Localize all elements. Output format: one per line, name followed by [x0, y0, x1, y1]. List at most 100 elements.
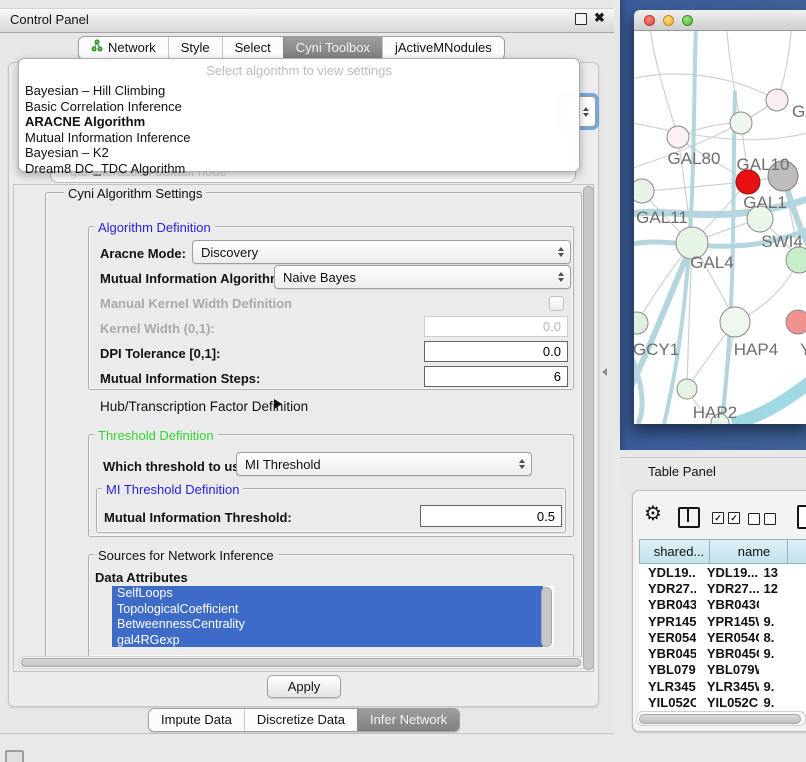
data-attributes-label: Data Attributes	[95, 570, 188, 585]
mi-steps-field[interactable]	[424, 366, 568, 387]
node-label: SWI4	[761, 232, 803, 251]
minimize-traffic-icon[interactable]	[663, 15, 674, 26]
dropdown-item[interactable]: Bayesian – K2	[25, 145, 573, 161]
float-window-icon[interactable]	[575, 13, 587, 25]
column-header[interactable]: shared...	[639, 539, 710, 564]
manual-kernel-checkbox[interactable]	[549, 296, 564, 311]
table-row[interactable]: YDR27...YDR27...12	[639, 580, 806, 596]
mi-threshold-field[interactable]	[420, 505, 562, 527]
attribute-item[interactable]: TopologicalCoefficient	[112, 602, 543, 618]
table-row[interactable]: YBL079WYBL079W	[639, 662, 806, 678]
node-label: GAL80	[668, 149, 721, 168]
which-threshold-label: Which threshold to use:	[103, 459, 251, 474]
column-header[interactable]: name	[710, 539, 788, 564]
settings-horizontal-scrollbar[interactable]	[18, 656, 587, 669]
panel-divider	[620, 457, 806, 458]
dropdown-item-selected[interactable]: ARACNE Algorithm	[25, 114, 573, 130]
export-table-icon[interactable]	[797, 505, 806, 529]
attribute-item[interactable]: gal4RGexp	[112, 633, 543, 648]
dpi-tolerance-label: DPI Tolerance [0,1]:	[100, 346, 220, 361]
panel-tab-bar: Network Style Select Cyni Toolbox jActiv…	[78, 36, 505, 60]
node-label: Y	[800, 340, 806, 359]
control-panel-window: Control Panel ✖ Network Style Select	[0, 0, 614, 734]
mi-steps-label: Mutual Information Steps:	[100, 371, 260, 386]
cyni-mode-tab-bar: Impute Data Discretize Data Infer Networ…	[148, 708, 460, 732]
node-label: GAL10	[737, 155, 790, 174]
which-threshold-combobox[interactable]: MI Threshold	[236, 452, 532, 476]
data-attributes-list[interactable]: SelfLoops TopologicalCoefficient Between…	[112, 586, 554, 647]
table-row[interactable]: YER054CYER054C8.	[639, 629, 806, 645]
table-row[interactable]: YDL19...YDL19...13	[639, 564, 806, 580]
gear-icon[interactable]: ⚙	[644, 504, 662, 524]
dropdown-item[interactable]: Dream8 DC_TDC Algorithm	[25, 161, 573, 177]
tab-infer-network[interactable]: Infer Network	[357, 709, 459, 731]
tab-cyni-toolbox[interactable]: Cyni Toolbox	[283, 37, 382, 59]
node	[634, 312, 648, 334]
network-view-window: GAL GAL80 GAL10 GAL1 GAL11 SWI4 GAL4 GCY…	[634, 10, 806, 424]
table-body: YDL19...YDL19...13 YDR27...YDR27...12 YB…	[639, 564, 806, 711]
columns-icon[interactable]	[678, 507, 700, 528]
zoom-traffic-icon[interactable]	[682, 15, 693, 26]
dropdown-placeholder: Select algorithm to view settings	[19, 63, 579, 78]
table-horizontal-scrollbar[interactable]	[636, 711, 806, 726]
table-row[interactable]: YBR045CYBR045C9.	[639, 645, 806, 661]
kernel-width-field[interactable]	[424, 316, 568, 337]
aracne-mode-value: Discovery	[201, 245, 258, 260]
which-threshold-value: MI Threshold	[245, 457, 321, 472]
node-label: GAL1	[743, 193, 786, 212]
mi-type-value: Naive Bayes	[283, 270, 356, 285]
deselect-all-checkboxes-icon[interactable]: ✓✓	[748, 513, 776, 525]
tab-impute-data[interactable]: Impute Data	[149, 709, 244, 731]
node	[634, 179, 654, 203]
node	[786, 310, 806, 334]
expand-arrow-icon[interactable]	[274, 399, 282, 409]
attribute-item[interactable]: BetweennessCentrality	[112, 617, 543, 633]
node-label: HAP4	[734, 340, 778, 359]
close-icon[interactable]: ✖	[594, 10, 605, 26]
dock-panel-icon[interactable]	[5, 750, 24, 762]
screen: Control Panel ✖ Network Style Select	[0, 0, 806, 762]
dropdown-item[interactable]: Basic Correlation Inference	[25, 99, 573, 115]
cyni-settings-title: Cyni Algorithm Settings	[64, 186, 206, 201]
manual-kernel-label: Manual Kernel Width Definition	[100, 296, 292, 311]
dpi-tolerance-field[interactable]	[424, 341, 568, 362]
node	[730, 112, 752, 134]
tab-style[interactable]: Style	[168, 37, 222, 59]
table-row[interactable]: YBR043CYBR043C	[639, 597, 806, 613]
control-panel-titlebar	[0, 8, 614, 33]
tab-jactivemnodules[interactable]: jActiveMNodules	[382, 37, 504, 59]
select-all-checkboxes-icon[interactable]: ✓✓	[712, 512, 740, 524]
network-icon	[91, 37, 103, 59]
threshold-definition-title: Threshold Definition	[94, 428, 218, 443]
splitter-handle[interactable]	[602, 368, 607, 376]
list-scrollbar[interactable]	[541, 587, 552, 647]
dropdown-item[interactable]: Mutual Information Inference	[25, 130, 573, 146]
tab-network[interactable]: Network	[79, 37, 168, 59]
settings-vertical-scrollbar[interactable]	[583, 186, 594, 670]
column-header[interactable]	[788, 539, 806, 564]
mi-threshold-group-title: MI Threshold Definition	[102, 482, 243, 497]
network-canvas[interactable]: GAL GAL80 GAL10 GAL1 GAL11 SWI4 GAL4 GCY…	[634, 31, 806, 424]
table-row[interactable]: YIL052CYIL052C9.	[639, 694, 806, 710]
panel-title: Control Panel	[10, 12, 89, 27]
node-label: GAL11	[636, 208, 688, 227]
node-label: GCY1	[634, 340, 679, 359]
aracne-mode-combobox[interactable]: Discovery	[192, 240, 571, 264]
attribute-item[interactable]: SelfLoops	[112, 586, 543, 602]
node-label: GAL4	[690, 253, 733, 272]
algorithm-definition-title: Algorithm Definition	[94, 220, 215, 235]
node	[720, 307, 750, 337]
mi-threshold-label: Mutual Information Threshold:	[104, 510, 292, 525]
mi-type-combobox[interactable]: Naive Bayes	[274, 265, 571, 289]
dropdown-items: Bayesian – Hill Climbing Basic Correlati…	[25, 83, 573, 176]
tab-select[interactable]: Select	[222, 37, 283, 59]
tab-discretize-data[interactable]: Discretize Data	[244, 709, 357, 731]
table-row[interactable]: YPR145WYPR145W9.	[639, 613, 806, 629]
network-window-titlebar[interactable]	[634, 10, 806, 31]
table-row[interactable]: YLR345WYLR345W9.	[639, 678, 806, 694]
node	[677, 379, 697, 399]
dropdown-item[interactable]: Bayesian – Hill Climbing	[25, 83, 573, 99]
apply-button[interactable]: Apply	[267, 675, 341, 698]
node-label: HAP2	[693, 403, 737, 422]
close-traffic-icon[interactable]	[644, 15, 655, 26]
